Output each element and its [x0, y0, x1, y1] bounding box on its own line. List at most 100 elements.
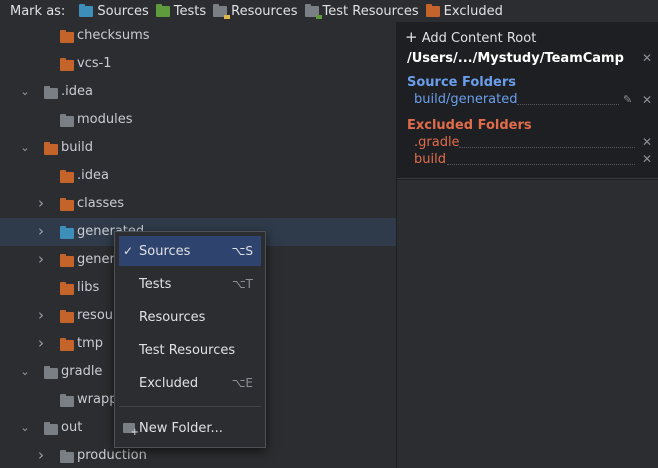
chevron-down-icon[interactable]: ⌄ [20, 366, 30, 377]
dotted-leader [517, 104, 619, 105]
menu-item-label: Tests [139, 276, 172, 292]
excluded-folders-title: Excluded Folders [407, 118, 532, 133]
mark-resources-label: Resources [231, 3, 298, 19]
new-folder-icon [123, 423, 139, 438]
mark-test-resources-button[interactable]: Test Resources [304, 3, 419, 19]
folder-icon [60, 58, 74, 71]
content-root-panel: + Add Content Root /Users/.../Mystudy/Te… [396, 22, 658, 468]
check-icon: ✓ [123, 244, 134, 258]
mark-test-resources-label: Test Resources [322, 3, 419, 19]
menu-item-label: New Folder... [139, 420, 223, 436]
folder-icon [60, 226, 74, 239]
chevron-down-icon[interactable]: ⌄ [20, 142, 30, 153]
mark-tests-label: Tests [173, 3, 207, 19]
tree-item-label: libs [77, 280, 100, 295]
folder-icon [44, 86, 58, 99]
tree-item[interactable]: vcs-1 [0, 50, 396, 78]
folder-icon [60, 30, 74, 43]
tests-folder-icon [155, 3, 170, 17]
chevron-right-icon[interactable]: › [36, 252, 46, 267]
menu-item-excluded[interactable]: Excluded ⌥E [119, 368, 261, 398]
source-folder-entry: build/generated [414, 92, 518, 107]
menu-item-label: Sources [139, 243, 191, 259]
content-root-details: + Add Content Root /Users/.../Mystudy/Te… [397, 22, 658, 180]
mark-as-context-menu: ✓ Sources ⌥S Tests ⌥T Resources Test Res… [114, 231, 266, 448]
plus-icon: + [405, 28, 418, 46]
resources-folder-icon [213, 3, 231, 19]
folder-icon [60, 394, 74, 407]
mark-sources-label: Sources [97, 3, 149, 19]
tree-item-label: production [77, 448, 147, 463]
tree-item-label: checksums [77, 28, 150, 43]
excluded-folder-entry: build [414, 152, 446, 167]
tree-item-label: modules [77, 112, 133, 127]
menu-item-resources[interactable]: Resources [119, 302, 261, 332]
folder-icon [60, 198, 74, 211]
menu-item-new-folder[interactable]: New Folder... [119, 413, 261, 443]
remove-excluded-build-close-icon[interactable]: ✕ [642, 152, 652, 166]
folder-icon [60, 282, 74, 295]
menu-item-shortcut: ⌥S [231, 244, 253, 258]
tree-item-label: .idea [77, 168, 109, 183]
chevron-down-icon[interactable]: ⌄ [20, 422, 30, 433]
tree-item-label: vcs-1 [77, 56, 112, 71]
remove-content-root-close-icon[interactable]: ✕ [642, 51, 652, 65]
mark-as-label: Mark as: [10, 3, 66, 19]
mark-excluded-button[interactable]: Excluded [425, 3, 503, 19]
tree-item-label: out [61, 420, 83, 435]
tree-item[interactable]: checksums [0, 22, 396, 50]
tree-item[interactable]: .idea [0, 162, 396, 190]
dotted-leader [447, 164, 635, 165]
menu-item-shortcut: ⌥E [231, 376, 253, 390]
tree-item[interactable]: ⌄ build [0, 134, 396, 162]
sources-folder-icon [79, 3, 94, 17]
folder-icon [60, 310, 74, 323]
mark-as-toolbar: Mark as: Sources Tests Resources Test Re… [0, 0, 658, 22]
tree-item-label: build [61, 140, 93, 155]
dotted-leader [459, 147, 635, 148]
menu-item-label: Test Resources [139, 342, 236, 358]
folder-icon [44, 422, 58, 435]
tree-item-label: .idea [61, 84, 93, 99]
test-resources-folder-icon [304, 3, 322, 19]
tree-item[interactable]: ⌄ .idea [0, 78, 396, 106]
content-root-path: /Users/.../Mystudy/TeamCamp [407, 51, 624, 66]
remove-excluded-gradle-close-icon[interactable]: ✕ [642, 135, 652, 149]
menu-item-shortcut: ⌥T [231, 277, 253, 291]
chevron-right-icon[interactable]: › [36, 224, 46, 239]
folder-icon [60, 170, 74, 183]
folder-icon [44, 142, 58, 155]
mark-sources-button[interactable]: Sources [79, 3, 149, 19]
tree-item-label: classes [77, 196, 125, 211]
tree-item[interactable]: › classes [0, 190, 396, 218]
source-folders-title: Source Folders [407, 75, 517, 90]
add-content-root-button[interactable]: + Add Content Root [405, 28, 536, 46]
mark-resources-button[interactable]: Resources [213, 3, 298, 19]
folder-icon [60, 254, 74, 267]
menu-item-sources[interactable]: ✓ Sources ⌥S [119, 236, 261, 266]
tree-item[interactable]: modules [0, 106, 396, 134]
menu-item-label: Resources [139, 309, 206, 325]
folder-icon [44, 366, 58, 379]
tree-item-label: tmp [77, 336, 104, 351]
chevron-right-icon[interactable]: › [36, 336, 46, 351]
pencil-icon[interactable]: ✎ [623, 93, 632, 106]
menu-separator [119, 406, 261, 407]
add-content-root-label: Add Content Root [421, 31, 537, 46]
tree-item-label: gener [77, 252, 115, 267]
tree-item-label: wrapp [77, 392, 118, 407]
menu-item-label: Excluded [139, 375, 199, 391]
menu-item-tests[interactable]: Tests ⌥T [119, 269, 261, 299]
chevron-right-icon[interactable]: › [36, 196, 46, 211]
chevron-right-icon[interactable]: › [36, 448, 46, 463]
excluded-folder-entry: .gradle [414, 135, 460, 150]
menu-item-test-resources[interactable]: Test Resources [119, 335, 261, 365]
remove-source-folder-close-icon[interactable]: ✕ [642, 93, 652, 107]
folder-icon [60, 338, 74, 351]
chevron-down-icon[interactable]: ⌄ [20, 86, 30, 97]
folder-icon [60, 450, 74, 463]
divider [397, 178, 658, 179]
excluded-folder-icon [425, 3, 440, 17]
chevron-right-icon[interactable]: › [36, 308, 46, 323]
mark-tests-button[interactable]: Tests [155, 3, 207, 19]
